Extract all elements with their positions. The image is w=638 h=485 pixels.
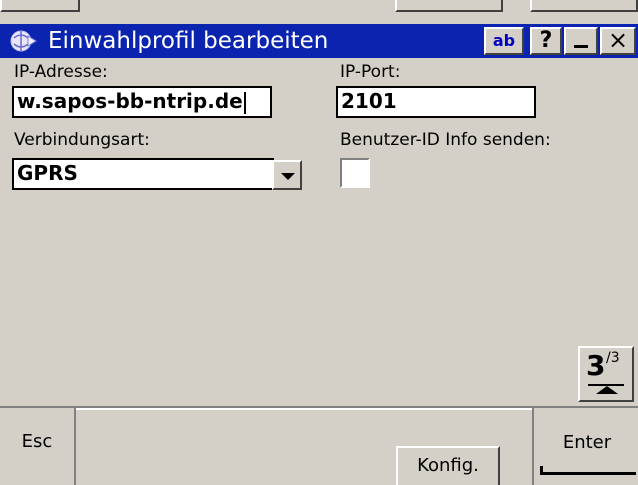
top-button-fragment	[395, 0, 503, 12]
esc-button[interactable]: Esc	[0, 408, 76, 485]
window-title: Einwahlprofil bearbeiten	[48, 28, 329, 54]
minimize-icon	[574, 45, 588, 48]
text-cursor	[243, 91, 246, 114]
enter-icon-stem	[540, 466, 543, 475]
top-button-fragment	[0, 0, 80, 12]
page-current: 3	[586, 349, 606, 382]
send-user-id-checkbox[interactable]	[340, 158, 370, 188]
page-up-icon	[596, 386, 618, 394]
connection-type-label: Verbindungsart:	[14, 130, 150, 150]
title-bar: Einwahlprofil bearbeiten ab ? ×	[0, 24, 638, 58]
connection-type-select[interactable]: GPRS	[12, 158, 274, 190]
enter-button[interactable]: Enter	[532, 408, 638, 485]
dropdown-arrow-button[interactable]	[272, 160, 302, 190]
input-mode-b: b	[503, 31, 516, 50]
connection-type-value: GPRS	[17, 161, 78, 185]
ip-address-label: IP-Adresse:	[14, 62, 108, 82]
top-button-fragment	[530, 0, 638, 12]
konfig-button[interactable]: Konfig.	[396, 446, 500, 485]
enter-icon	[542, 472, 636, 475]
page-total: /3	[606, 350, 620, 366]
chevron-down-icon	[281, 173, 295, 180]
enter-label: Enter	[562, 432, 612, 453]
ip-address-value: w.sapos-bb-ntrip.de	[17, 89, 243, 113]
close-button[interactable]: ×	[600, 27, 636, 55]
ip-port-value: 2101	[341, 89, 397, 113]
input-mode-button[interactable]: ab	[484, 27, 524, 55]
ip-address-input[interactable]: w.sapos-bb-ntrip.de	[12, 86, 272, 118]
page-indicator-button[interactable]: 3 /3	[578, 346, 634, 402]
top-strip	[0, 0, 638, 24]
ip-port-input[interactable]: 2101	[336, 86, 536, 118]
minimize-button[interactable]	[564, 27, 598, 55]
send-user-id-label: Benutzer-ID Info senden:	[340, 130, 551, 150]
input-mode-a: a	[492, 31, 504, 50]
help-button[interactable]: ?	[530, 27, 562, 55]
network-app-icon	[10, 30, 37, 52]
ip-port-label: IP-Port:	[340, 62, 401, 82]
